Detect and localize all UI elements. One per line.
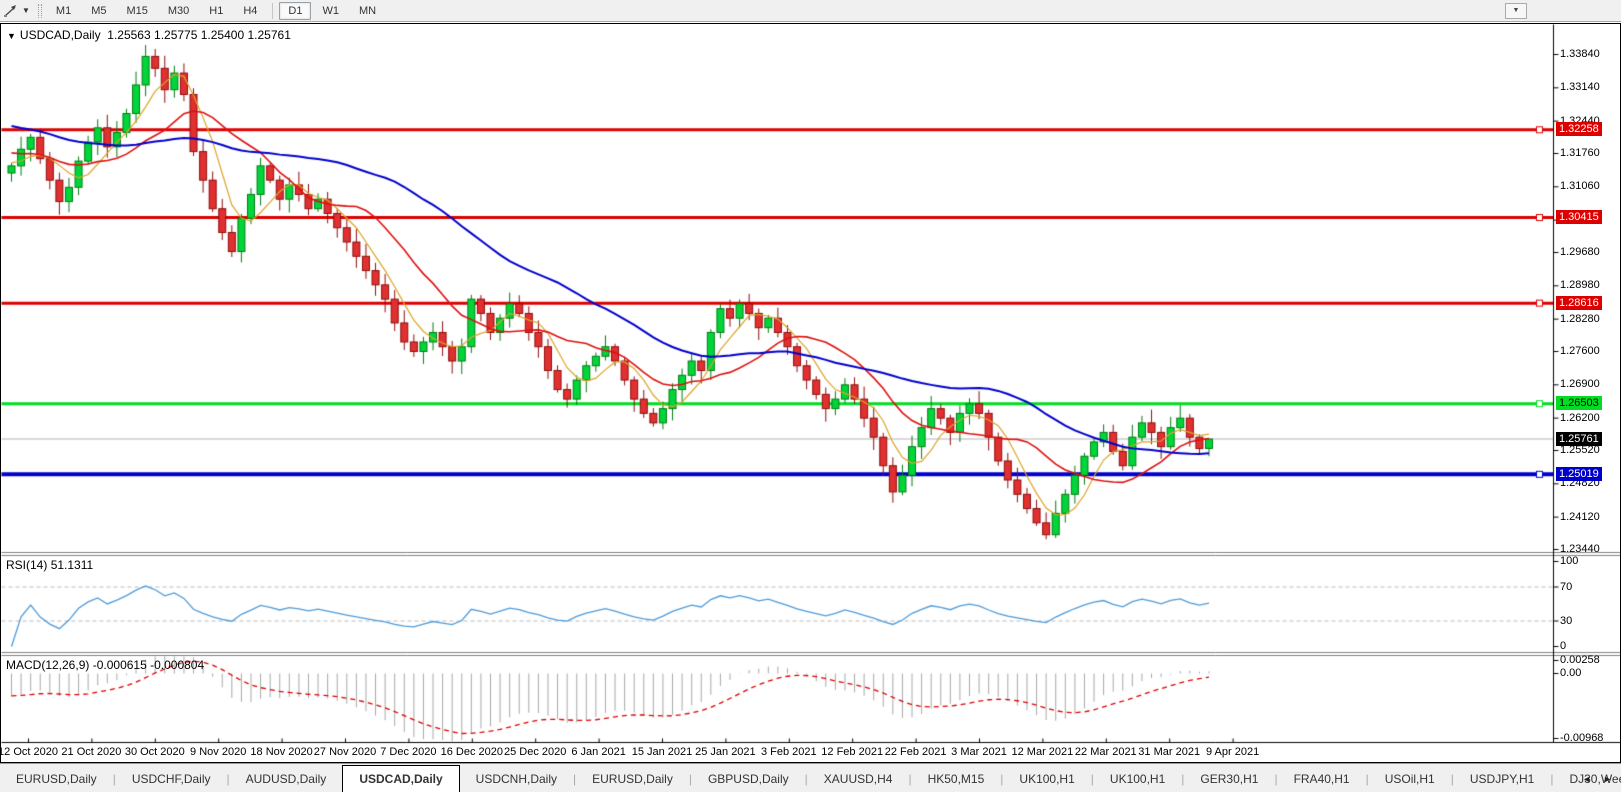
- level-price-tag[interactable]: 1.26503: [1556, 396, 1602, 410]
- tab-audusd-daily[interactable]: AUDUSD,Daily: [230, 764, 343, 792]
- date-label: 12 Oct 2020: [0, 746, 58, 758]
- trading-terminal: ▼ M1M5M15M30H1H4 D1W1MN ▼ ▼ USDCAD,Daily 1…: [0, 0, 1621, 792]
- rsi-tick-label: 100: [1560, 555, 1578, 567]
- date-label: 21 Oct 2020: [61, 746, 121, 758]
- toolbar-grip-handle[interactable]: [38, 4, 42, 18]
- tab-scroll-right-icon[interactable]: ►: [1600, 772, 1615, 786]
- chart-menu-button[interactable]: ▼: [1505, 3, 1527, 19]
- date-label: 3 Feb 2021: [761, 746, 817, 758]
- timeframe-button-mn[interactable]: MN: [350, 2, 385, 20]
- price-tick-label: 1.27600: [1560, 345, 1600, 357]
- chart-title: ▼ USDCAD,Daily 1.25563 1.25775 1.25400 1.…: [7, 28, 291, 42]
- macd-main-value: -0.000615: [93, 658, 147, 672]
- level-price-tag[interactable]: 1.25019: [1556, 467, 1602, 481]
- price-tick-label: 1.33840: [1560, 48, 1600, 60]
- ohlc-high: 1.25775: [154, 28, 197, 42]
- date-label: 25 Dec 2020: [504, 746, 566, 758]
- rsi-value: 51.1311: [51, 558, 94, 572]
- ohlc-low: 1.25400: [201, 28, 244, 42]
- current-price-tag: 1.25761: [1556, 432, 1602, 446]
- price-tick-label: 1.33140: [1560, 81, 1600, 93]
- level-price-tag[interactable]: 1.28616: [1556, 296, 1602, 310]
- tabs: EURUSD,Daily|USDCHF,Daily|AUDUSD,DailyUS…: [0, 764, 1621, 792]
- ohlc-open: 1.25563: [107, 28, 150, 42]
- date-label: 22 Feb 2021: [885, 746, 947, 758]
- toolbar-separator: [272, 3, 273, 19]
- tab-uk100-h1[interactable]: UK100,H1: [1003, 764, 1090, 792]
- tab-gbpusd-daily[interactable]: GBPUSD,Daily: [692, 764, 805, 792]
- level-price-tag[interactable]: 1.32258: [1556, 122, 1602, 136]
- macd-tick-label: 0.00258: [1560, 654, 1600, 666]
- timeframe-button-h4[interactable]: H4: [234, 2, 266, 20]
- tab-ger30-h1[interactable]: GER30,H1: [1184, 764, 1274, 792]
- price-tick-label: 1.31760: [1560, 147, 1600, 159]
- chart-tab-bar: EURUSD,Daily|USDCHF,Daily|AUDUSD,DailyUS…: [0, 763, 1621, 792]
- level-price-tag[interactable]: 1.30415: [1556, 210, 1602, 224]
- date-label: 12 Feb 2021: [821, 746, 883, 758]
- pane-splitter-macd[interactable]: [1, 651, 1620, 655]
- tab-scroll-left-icon[interactable]: ◄: [1579, 772, 1594, 786]
- date-label: 30 Oct 2020: [125, 746, 185, 758]
- rsi-name: RSI(14): [6, 558, 47, 572]
- tab-uk100-h1[interactable]: UK100,H1: [1094, 764, 1181, 792]
- macd-indicator-label: MACD(12,26,9) -0.000615 -0.000804: [6, 658, 204, 672]
- tab-eurusd-daily[interactable]: EURUSD,Daily: [576, 764, 689, 792]
- date-label: 31 Mar 2021: [1138, 746, 1200, 758]
- price-tick-label: 1.28280: [1560, 313, 1600, 325]
- chart-window: ▼ USDCAD,Daily 1.25563 1.25775 1.25400 1.…: [0, 23, 1621, 763]
- price-tick-label: 1.26900: [1560, 378, 1600, 390]
- date-label: 22 Mar 2021: [1075, 746, 1137, 758]
- price-tick-label: 1.31060: [1560, 180, 1600, 192]
- date-label: 25 Jan 2021: [695, 746, 756, 758]
- timeframe-button-m5[interactable]: M5: [82, 2, 115, 20]
- timeframe-toolbar: ▼ M1M5M15M30H1H4 D1W1MN: [0, 0, 1621, 22]
- tab-usdcnh-daily[interactable]: USDCNH,Daily: [460, 764, 573, 792]
- macd-tick-label: -0.00968: [1560, 732, 1603, 744]
- chart-symbol: USDCAD,Daily: [20, 28, 101, 42]
- price-tick-label: 1.24120: [1560, 511, 1600, 523]
- timeframe-button-m1[interactable]: M1: [47, 2, 80, 20]
- date-label: 27 Nov 2020: [314, 746, 376, 758]
- macd-name: MACD(12,26,9): [6, 658, 89, 672]
- price-tick-label: 1.28980: [1560, 279, 1600, 291]
- pane-splitter-rsi[interactable]: [1, 551, 1620, 555]
- price-tick-label: 1.26200: [1560, 412, 1600, 424]
- timeframe-button-h1[interactable]: H1: [200, 2, 232, 20]
- timeframe-buttons: M1M5M15M30H1H4 D1W1MN: [46, 2, 386, 20]
- rsi-tick-label: 70: [1560, 581, 1572, 593]
- tab-usoil-h1[interactable]: USOil,H1: [1369, 764, 1451, 792]
- cursor-tool-icon[interactable]: [0, 2, 21, 20]
- date-label: 9 Apr 2021: [1206, 746, 1259, 758]
- date-label: 6 Jan 2021: [571, 746, 625, 758]
- macd-signal-value: -0.000804: [150, 658, 204, 672]
- collapse-triangle-icon[interactable]: ▼: [7, 31, 16, 41]
- timeframe-button-m30[interactable]: M30: [159, 2, 198, 20]
- rsi-tick-label: 30: [1560, 615, 1572, 627]
- timeframe-button-d1[interactable]: D1: [279, 2, 311, 20]
- price-tick-label: 1.25520: [1560, 444, 1600, 456]
- macd-tick-label: 0.00: [1560, 667, 1581, 679]
- date-label: 18 Nov 2020: [250, 746, 312, 758]
- date-label: 12 Mar 2021: [1012, 746, 1074, 758]
- tool-dropdown-caret-icon[interactable]: ▼: [21, 6, 34, 15]
- timeframe-button-m15[interactable]: M15: [117, 2, 156, 20]
- rsi-indicator-label: RSI(14) 51.1311: [6, 558, 93, 572]
- tab-eurusd-daily[interactable]: EURUSD,Daily: [0, 764, 113, 792]
- price-tick-label: 1.29680: [1560, 246, 1600, 258]
- tab-usdchf-daily[interactable]: USDCHF,Daily: [116, 764, 227, 792]
- ohlc-close: 1.25761: [247, 28, 290, 42]
- date-label: 9 Nov 2020: [190, 746, 246, 758]
- tab-scrollers: ◄ ►: [1579, 764, 1619, 792]
- tab-fra40-h1[interactable]: FRA40,H1: [1278, 764, 1366, 792]
- tab-hk50-m15[interactable]: HK50,M15: [912, 764, 1001, 792]
- date-label: 15 Jan 2021: [632, 746, 693, 758]
- date-label: 7 Dec 2020: [380, 746, 436, 758]
- tab-usdjpy-h1[interactable]: USDJPY,H1: [1454, 764, 1550, 792]
- date-label: 16 Dec 2020: [441, 746, 503, 758]
- timeframe-button-w1[interactable]: W1: [313, 2, 348, 20]
- date-label: 3 Mar 2021: [951, 746, 1007, 758]
- tab-usdcad-daily[interactable]: USDCAD,Daily: [342, 765, 459, 792]
- tab-xauusd-h4[interactable]: XAUUSD,H4: [808, 764, 909, 792]
